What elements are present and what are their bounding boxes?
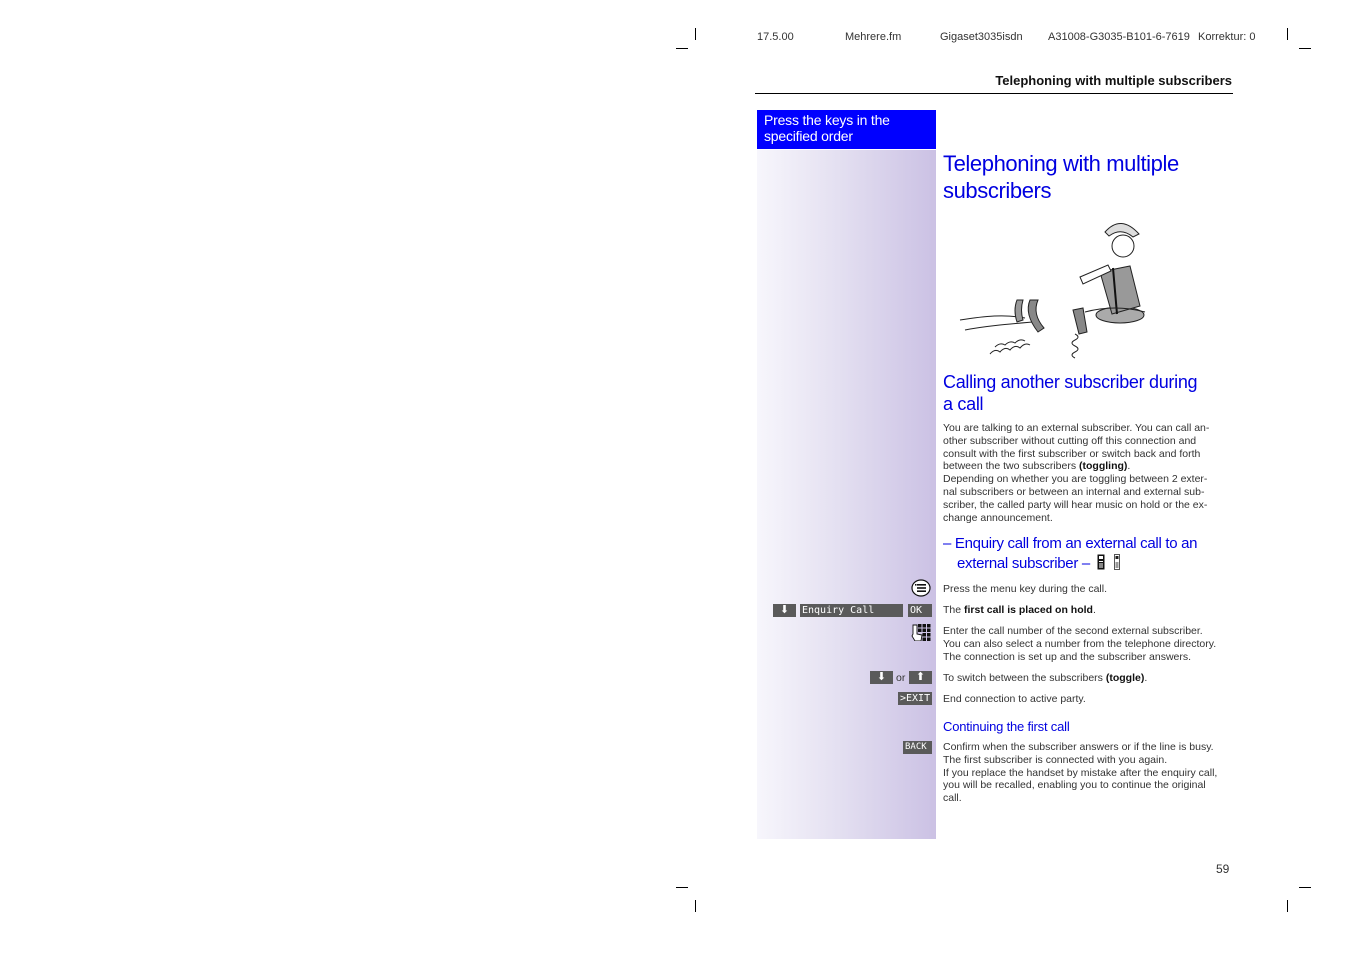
- bold-term: (toggle): [1105, 672, 1145, 684]
- step-menu-text: Press the menu key during the call.: [943, 583, 1108, 595]
- text-line: scriber, the called party will hear musi…: [943, 498, 1208, 511]
- text-segment: .: [1092, 604, 1096, 616]
- continuing-heading: Continuing the first call: [943, 719, 1070, 734]
- crop-mark: [1287, 28, 1288, 40]
- text-line: The first subscriber is connected with y…: [943, 753, 1168, 766]
- back-softkey[interactable]: BACK: [903, 741, 932, 754]
- print-file: Mehrere.fm: [845, 31, 902, 43]
- text-line: Enter the call number of the second exte…: [943, 625, 1203, 637]
- key-box-line1: Press the keys in the: [764, 112, 890, 128]
- key-instructions-box: Press the keys in the specified order: [757, 110, 936, 149]
- text-line: you will be recalled, enabling you to co…: [943, 779, 1206, 792]
- display-enquiry-call[interactable]: Enquiry Call: [800, 604, 903, 617]
- text-segment: The: [943, 604, 965, 616]
- down-arrow-icon: ⬇: [876, 671, 887, 683]
- page-title-line1: Telephoning with multiple: [943, 151, 1179, 176]
- keypad-icon: [911, 624, 931, 641]
- handset-icon: [1113, 554, 1120, 570]
- text-line: The connection is set up and the subscri…: [943, 650, 1192, 663]
- continuing-text: Confirm when the subscriber answers or i…: [943, 741, 1235, 805]
- crop-mark: [676, 887, 688, 888]
- page-title-line2: subscribers: [943, 178, 1052, 203]
- text-segment: .: [1127, 460, 1131, 473]
- exit-softkey[interactable]: >EXIT: [898, 692, 932, 705]
- down-arrow-key[interactable]: ⬇: [773, 604, 796, 617]
- step-exit-text: End connection to active party.: [943, 693, 1086, 705]
- text-line: between the two subscribers (toggling).: [943, 460, 1235, 473]
- subsection-heading-line1: – Enquiry call from an external call to …: [943, 535, 1198, 552]
- text-line: consult with the first subscriber or swi…: [943, 447, 1201, 460]
- text-segment: To switch between the subscribers: [943, 672, 1106, 684]
- section-heading-line2: a call: [943, 394, 984, 414]
- up-arrow-key[interactable]: ⬆: [909, 671, 932, 684]
- crop-mark: [695, 28, 696, 40]
- running-title: Telephoning with multiple subscribers: [995, 73, 1232, 88]
- crop-mark: [676, 48, 688, 49]
- subsection-heading: – Enquiry call from an external call to …: [943, 534, 1198, 574]
- print-product: Gigaset3035isdn: [940, 31, 1023, 43]
- intro-paragraph: You are talking to an external subscribe…: [943, 422, 1235, 524]
- print-correction: Korrektur: 0: [1198, 31, 1256, 43]
- section-heading-line1: Calling another subscriber during: [943, 372, 1198, 392]
- flute-player-illustration: [959, 223, 1146, 359]
- handset-icon: [1097, 554, 1105, 570]
- step-hold-text: The first call is placed on hold.: [943, 604, 1235, 617]
- text-line: You can also select a number from the te…: [943, 637, 1217, 650]
- page-title: Telephoning with multiple subscribers: [943, 150, 1179, 204]
- crop-mark: [695, 900, 696, 912]
- text-line: You are talking to an external subscribe…: [943, 422, 1210, 434]
- text-segment: .: [1144, 672, 1148, 684]
- text-line: call.: [943, 792, 962, 805]
- step-enter-number-text: Enter the call number of the second exte…: [943, 625, 1235, 663]
- crop-mark: [1287, 900, 1288, 912]
- up-arrow-icon: ⬆: [915, 671, 926, 683]
- text-segment: between the two subscribers: [943, 460, 1079, 473]
- or-label: or: [896, 672, 906, 684]
- text-line: other subscriber without cutting off thi…: [943, 434, 1197, 447]
- print-doc-id: A31008-G3035-B101-6-7619: [1048, 31, 1190, 43]
- bold-term: first call is placed on hold: [964, 604, 1093, 616]
- subsection-heading-line2: external subscriber –: [943, 554, 1197, 574]
- text-line: Confirm when the subscriber answers or i…: [943, 741, 1214, 753]
- key-box-line2: specified order: [764, 128, 853, 144]
- subsection-heading-text: external subscriber –: [957, 555, 1090, 572]
- down-arrow-key[interactable]: ⬇: [870, 671, 893, 684]
- header-rule: [755, 93, 1233, 94]
- bold-term: (toggling): [1079, 460, 1128, 473]
- section-heading: Calling another subscriber during a call: [943, 371, 1198, 415]
- text-line: nal subscribers or between an internal a…: [943, 485, 1205, 498]
- step-toggle-text: To switch between the subscribers (toggl…: [943, 672, 1235, 685]
- text-line: If you replace the handset by mistake af…: [943, 766, 1218, 779]
- crop-mark: [1299, 48, 1311, 49]
- crop-mark: [1299, 887, 1311, 888]
- menu-key-icon: [911, 579, 931, 597]
- text-line: Depending on whether you are toggling be…: [943, 473, 1208, 486]
- key-sidebar: [757, 150, 936, 839]
- page-number: 59: [1216, 862, 1230, 876]
- print-date: 17.5.00: [757, 31, 794, 43]
- text-line: change announcement.: [943, 511, 1053, 524]
- ok-softkey[interactable]: OK: [908, 604, 932, 617]
- down-arrow-icon: ⬇: [779, 604, 790, 616]
